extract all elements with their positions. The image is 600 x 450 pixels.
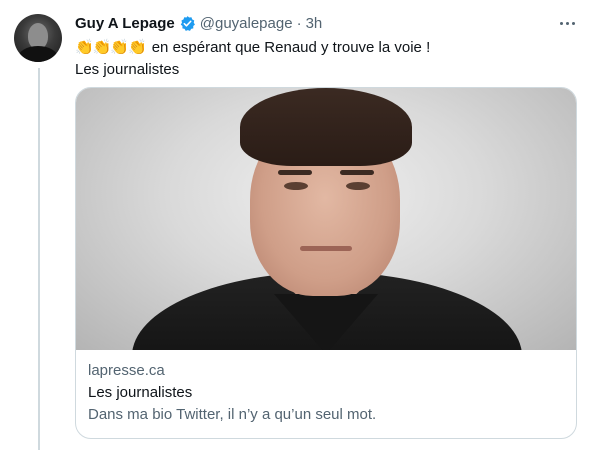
tweet-text-line-2: Les journalistes [75, 60, 180, 78]
tweet-text-main: en espérant que Renaud y trouve la voie … [151, 38, 431, 56]
card-description: Dans ma bio Twitter, il n’y a qu’un seul… [88, 406, 377, 423]
avatar-shoulders [18, 46, 58, 62]
card-domain: lapresse.ca [88, 362, 165, 379]
more-dot [565, 21, 569, 25]
portrait-brow-left [278, 170, 312, 175]
more-options-icon[interactable] [556, 14, 578, 32]
author-avatar[interactable] [14, 14, 62, 62]
portrait-brow-right [340, 170, 374, 175]
card-title: Les journalistes [88, 384, 193, 401]
card-text: lapresse.ca Les journalistes Dans ma bio… [88, 360, 564, 426]
portrait-hair [240, 88, 412, 166]
author-display-name[interactable]: Guy A Lepage [75, 15, 175, 32]
verified-badge-icon [179, 15, 196, 32]
tweet-text: 👏👏👏👏 en espérant que Renaud y trouve la … [75, 36, 575, 80]
portrait-eye-left [284, 182, 308, 190]
more-dot [571, 21, 575, 25]
tweet-text-line-1: 👏👏👏👏 en espérant que Renaud y trouve la … [75, 36, 575, 58]
link-preview-card[interactable]: lapresse.ca Les journalistes Dans ma bio… [75, 87, 577, 439]
tweet-header: Guy A Lepage @guyalepage · 3h [75, 13, 322, 33]
card-image[interactable] [76, 88, 576, 350]
more-dot [559, 21, 563, 25]
author-handle[interactable]: @guyalepage [200, 15, 293, 32]
thread-line [38, 68, 40, 450]
clapping-hands-emoji: 👏👏👏👏 [75, 38, 147, 56]
tweet-timestamp[interactable]: 3h [306, 15, 323, 32]
header-separator: · [296, 14, 302, 32]
portrait-eye-right [346, 182, 370, 190]
portrait-mouth [300, 246, 352, 251]
